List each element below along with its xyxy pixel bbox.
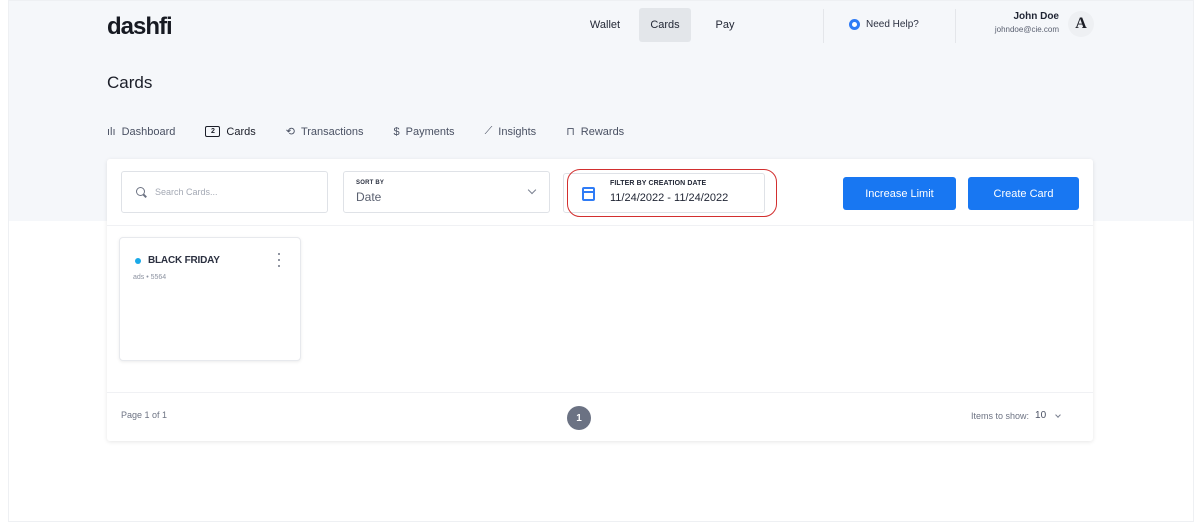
sub-nav-label: Rewards — [580, 125, 625, 138]
sub-nav-transactions[interactable]: ⟲ Transactions — [285, 125, 364, 139]
transfer-icon: ⟲ — [285, 126, 295, 138]
items-per-page[interactable]: Items to show: 10 — [971, 410, 1061, 421]
sub-nav-cards[interactable]: 2 Cards — [205, 125, 256, 138]
chevron-down-icon — [1055, 411, 1061, 418]
avatar[interactable]: A — [1068, 11, 1094, 37]
create-card-button[interactable]: Create Card — [968, 177, 1079, 210]
sort-dropdown[interactable]: SORT BY Date — [343, 171, 550, 213]
search-box[interactable] — [121, 171, 328, 213]
card-name: BLACK FRIDAY — [148, 255, 220, 266]
divider — [107, 392, 1093, 393]
sort-value: Date — [356, 190, 382, 204]
divider — [823, 9, 824, 43]
sub-nav-label: Dashboard — [121, 125, 176, 138]
sub-nav-insights[interactable]: ⟋ Insights — [485, 125, 537, 138]
cards-icon: 2 — [205, 126, 221, 137]
top-nav-wallet[interactable]: Wallet — [579, 8, 631, 42]
top-nav-cards[interactable]: Cards — [639, 8, 691, 42]
page-info: Page 1 of 1 — [121, 410, 168, 420]
divider — [107, 225, 1093, 226]
need-help-link[interactable]: Need Help? — [849, 19, 919, 30]
sub-nav-label: Payments — [405, 125, 455, 138]
sub-nav-payments[interactable]: $ Payments — [394, 125, 455, 138]
card-tile[interactable]: BLACK FRIDAY ads • 5564 — [119, 237, 301, 361]
user-info[interactable]: John Doe johndoe@cie.com — [969, 11, 1059, 34]
trend-icon: ⟋ — [484, 125, 493, 137]
items-value: 10 — [1035, 410, 1047, 421]
app-window: dashfi Wallet Cards Pay Need Help? John … — [8, 0, 1194, 522]
sub-nav-rewards[interactable]: ⊓ Rewards — [566, 125, 625, 139]
user-email: johndoe@cie.com — [994, 25, 1059, 34]
items-label: Items to show: — [971, 410, 1030, 421]
page-1-button[interactable]: 1 — [567, 406, 591, 430]
page-title: Cards — [107, 73, 153, 92]
sub-nav-label: Transactions — [300, 125, 364, 138]
increase-limit-button[interactable]: Increase Limit — [843, 177, 956, 210]
user-name: John Doe — [1013, 11, 1059, 22]
top-nav: Wallet Cards Pay — [579, 8, 751, 42]
logo[interactable]: dashfi — [107, 13, 173, 41]
sub-nav-label: Insights — [498, 125, 537, 138]
search-input[interactable] — [155, 187, 305, 197]
search-icon — [136, 186, 147, 198]
sub-nav-dashboard[interactable]: ılı Dashboard — [107, 125, 175, 138]
sub-nav: ılı Dashboard 2 Cards ⟲ Transactions $ P… — [107, 125, 624, 138]
cards-panel: SORT BY Date FILTER BY CREATION DATE 11/… — [107, 159, 1093, 441]
sub-nav-label: Cards — [226, 125, 256, 138]
status-dot — [135, 258, 141, 264]
sort-label: SORT BY — [356, 180, 385, 186]
divider — [955, 9, 956, 43]
top-nav-pay[interactable]: Pay — [699, 8, 751, 42]
need-help-label: Need Help? — [866, 19, 919, 30]
more-options-icon[interactable] — [276, 253, 282, 267]
highlight-annotation — [567, 169, 777, 217]
dollar-icon: $ — [393, 125, 400, 138]
help-icon — [849, 19, 860, 30]
card-detail: ads • 5564 — [133, 274, 167, 281]
bar-chart-icon: ılı — [107, 125, 116, 138]
gift-icon: ⊓ — [566, 126, 575, 138]
